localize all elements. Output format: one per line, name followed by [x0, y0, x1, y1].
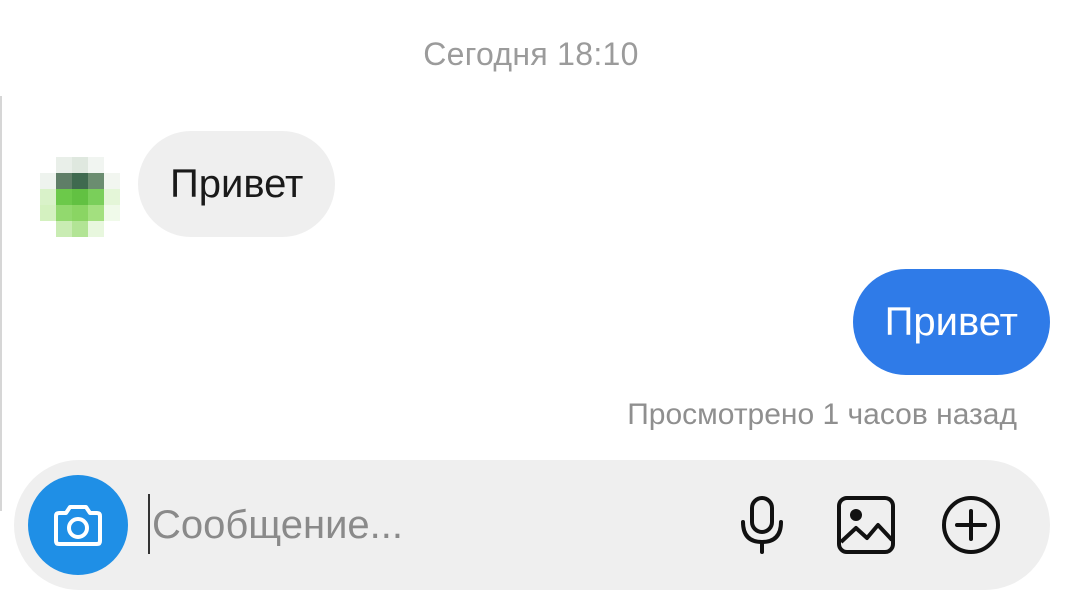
chat-screen: Сегодня 18:10 Привет Привет Просмотрено …	[0, 0, 1071, 616]
date-separator: Сегодня 18:10	[423, 36, 639, 72]
message-input[interactable]	[152, 490, 712, 560]
seen-status: Просмотрено 1 часов назад	[627, 398, 1017, 431]
avatar[interactable]	[40, 157, 120, 237]
incoming-message-bubble[interactable]: Привет	[138, 131, 336, 237]
message-composer	[14, 460, 1050, 590]
panel-edge-divider	[0, 96, 2, 511]
text-caret	[148, 494, 150, 554]
plus-circle-icon	[942, 496, 1000, 554]
outgoing-message-bubble[interactable]: Привет	[852, 269, 1050, 375]
image-icon	[837, 496, 895, 554]
more-options-button[interactable]	[939, 493, 1003, 557]
microphone-icon	[741, 496, 783, 554]
camera-icon	[54, 505, 102, 546]
gallery-button[interactable]	[834, 493, 898, 557]
camera-button[interactable]	[28, 475, 128, 575]
microphone-button[interactable]	[730, 493, 794, 557]
